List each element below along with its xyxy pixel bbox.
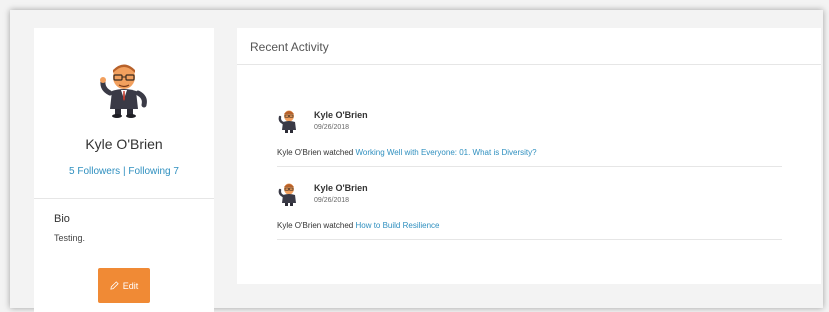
- profile-card: Kyle O'Brien 5 Followers | Following 7 B…: [34, 28, 214, 312]
- activity-action: Kyle O'Brien watched: [277, 148, 354, 157]
- activity-action: Kyle O'Brien watched: [277, 221, 354, 230]
- bio-label: Bio: [54, 213, 70, 225]
- avatar-icon: [278, 110, 296, 133]
- panel-divider: [237, 64, 821, 65]
- profile-divider: [34, 198, 214, 199]
- activity-link[interactable]: Working Well with Everyone: 01. What is …: [355, 148, 536, 157]
- edit-button[interactable]: Edit: [98, 268, 150, 303]
- activity-date: 09/26/2018: [314, 124, 350, 131]
- profile-name: Kyle O'Brien: [85, 136, 163, 152]
- bio-text: Testing.: [54, 233, 86, 243]
- activity-link[interactable]: How to Build Resilience: [355, 221, 439, 230]
- recent-activity-panel: Recent Activity Kyle O'Brien 09/26/2018 …: [237, 28, 821, 284]
- activity-user-name[interactable]: Kyle O'Brien: [314, 183, 368, 193]
- avatar-large: [100, 64, 147, 118]
- followers-link[interactable]: 5 Followers: [69, 166, 120, 177]
- avatar-icon: [278, 183, 296, 206]
- activity-user-name[interactable]: Kyle O'Brien: [314, 110, 368, 120]
- activity-date: 09/26/2018: [314, 197, 350, 204]
- activity-divider: [277, 239, 782, 240]
- activity-text: Kyle O'Brien watched How to Build Resili…: [277, 221, 440, 230]
- following-link[interactable]: Following 7: [128, 166, 179, 177]
- panel-title: Recent Activity: [250, 40, 329, 54]
- follow-separator: |: [122, 166, 126, 177]
- edit-button-label: Edit: [122, 280, 139, 291]
- pencil-icon: [110, 281, 119, 290]
- follow-stats: 5 Followers | Following 7: [34, 166, 214, 177]
- activity-text: Kyle O'Brien watched Working Well with E…: [277, 148, 537, 157]
- activity-divider: [277, 166, 782, 167]
